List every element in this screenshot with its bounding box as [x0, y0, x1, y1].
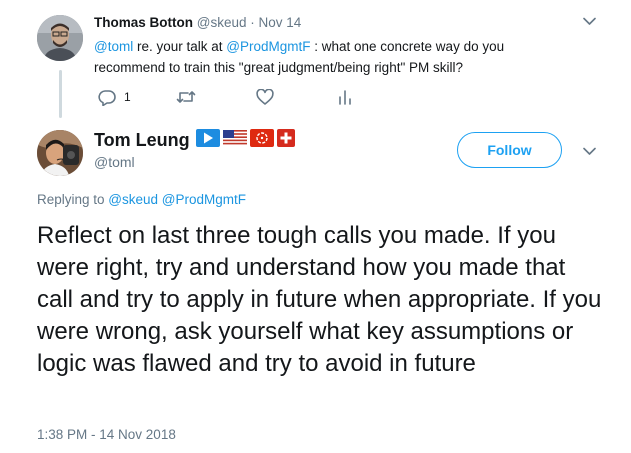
analytics-icon [338, 89, 352, 105]
parent-tweet-text: @toml re. your talk at @ProdMgmtF : what… [94, 36, 574, 78]
profile-badges [196, 129, 295, 147]
mention-link[interactable]: @toml [94, 39, 133, 54]
reply-count: 1 [124, 90, 131, 104]
like-button[interactable] [256, 88, 274, 106]
tweet-text-part: re. your talk at [133, 39, 227, 54]
analytics-button[interactable] [338, 88, 352, 106]
replying-prefix: Replying to [37, 192, 109, 207]
swiss-flag-icon [277, 129, 295, 147]
reply-icon [98, 89, 116, 106]
mention-link[interactable]: @ProdMgmtF [226, 39, 310, 54]
chevron-down-icon[interactable] [583, 147, 596, 156]
follow-button[interactable]: Follow [457, 132, 562, 168]
replying-to: Replying to @skeud @ProdMgmtF [37, 192, 246, 207]
chevron-down-icon[interactable] [583, 17, 596, 26]
hong-kong-flag-icon [250, 129, 274, 147]
us-flag-icon [223, 129, 247, 147]
avatar[interactable] [37, 15, 83, 61]
avatar[interactable] [37, 130, 83, 176]
author-handle[interactable]: @toml [94, 154, 135, 170]
retweet-icon [176, 89, 196, 105]
author-name[interactable]: Tom Leung [94, 130, 190, 151]
reply-button[interactable]: 1 [98, 88, 131, 106]
separator: · [246, 15, 259, 30]
author-handle[interactable]: @skeud [197, 15, 247, 30]
heart-icon [256, 89, 274, 105]
author-name[interactable]: Thomas Botton [94, 15, 193, 30]
retweet-button[interactable] [176, 88, 196, 106]
play-icon [196, 129, 220, 147]
parent-tweet: Thomas Botton @skeud · Nov 14 @toml re. … [0, 0, 631, 118]
main-tweet-header: Tom Leung @toml Follow [0, 118, 631, 188]
tweet-timestamp[interactable]: 1:38 PM - 14 Nov 2018 [37, 427, 176, 442]
parent-tweet-header: Thomas Botton @skeud · Nov 14 [94, 15, 301, 30]
thread-connector [59, 70, 62, 118]
tweet-date[interactable]: Nov 14 [259, 15, 302, 30]
replying-to-links[interactable]: @skeud @ProdMgmtF [108, 192, 246, 207]
tweet-text: Reflect on last three tough calls you ma… [37, 222, 602, 377]
